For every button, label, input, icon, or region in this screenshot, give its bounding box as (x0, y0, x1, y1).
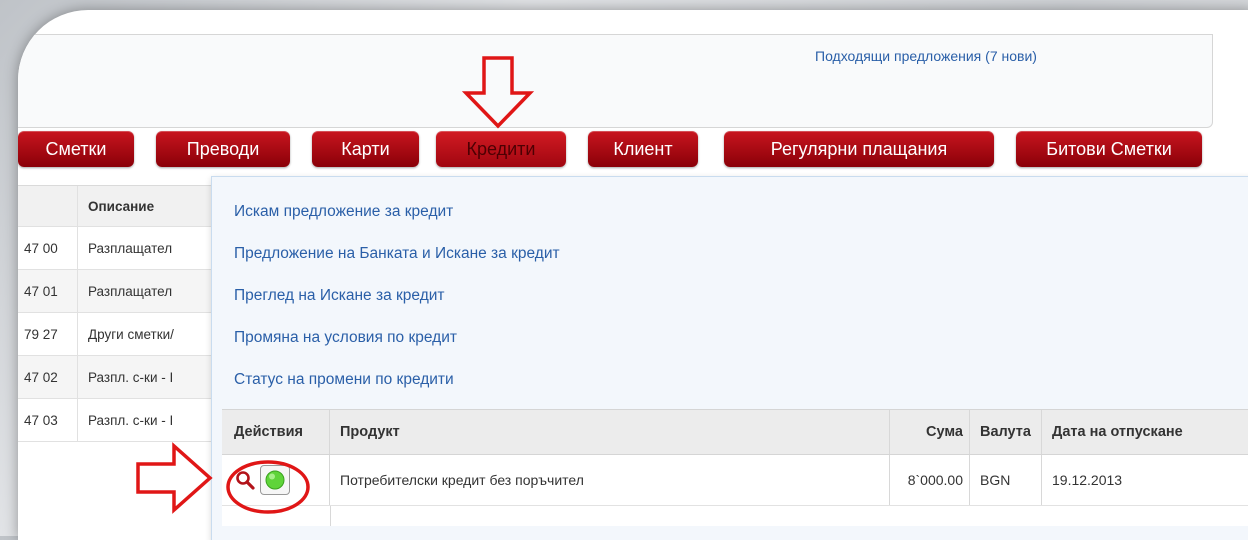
table-row[interactable]: 47 01 Разплащател (18, 270, 218, 313)
highlight-circle-annotation (226, 460, 310, 514)
table-row[interactable]: 47 00 Разплащател (18, 227, 218, 270)
account-number: 47 03 (18, 399, 78, 441)
amount-cell: 8`000.00 (890, 455, 970, 505)
table-header: Описание (18, 185, 218, 227)
credits-table: Действия Продукт Сума Валута Дата на отп… (222, 409, 1248, 526)
account-number: 47 00 (18, 227, 78, 269)
browser-content: Подходящи предложения (7 нови) Сметки Пр… (18, 10, 1248, 540)
column-amount: Сума (890, 410, 970, 454)
table-header: Действия Продукт Сума Валута Дата на отп… (222, 410, 1248, 455)
column-product: Продукт (330, 410, 890, 454)
column-description: Описание (88, 198, 155, 214)
tab-cards[interactable]: Карти (312, 131, 419, 167)
account-number: 79 27 (18, 313, 78, 355)
column-currency: Валута (970, 410, 1042, 454)
product-cell: Потребителски кредит без поръчител (330, 455, 890, 505)
tab-client[interactable]: Клиент (588, 131, 698, 167)
menu-item-request-offer[interactable]: Искам предложение за кредит (234, 203, 453, 221)
table-row[interactable]: 79 27 Други сметки/ (18, 313, 218, 356)
account-number: 47 01 (18, 270, 78, 312)
menu-item-bank-offer[interactable]: Предложение на Банката и Искане за креди… (234, 245, 560, 263)
account-description: Разпл. с-ки - I (88, 369, 174, 385)
menu-item-view-request[interactable]: Преглед на Искане за кредит (234, 287, 445, 305)
table-row[interactable]: Потребителски кредит без поръчител 8`000… (222, 455, 1248, 506)
currency-cell: BGN (970, 455, 1042, 505)
table-row[interactable]: 47 02 Разпл. с-ки - I (18, 356, 218, 399)
column-date: Дата на отпускане (1052, 424, 1183, 440)
offers-link[interactable]: Подходящи предложения (7 нови) (815, 48, 1037, 64)
account-description: Разпл. с-ки - I (88, 412, 174, 428)
down-arrow-annotation (462, 56, 534, 129)
column-actions: Действия (222, 410, 330, 454)
table-row[interactable]: 47 03 Разпл. с-ки - I (18, 399, 218, 442)
table-row (222, 506, 1248, 526)
account-number: 47 02 (18, 356, 78, 398)
right-arrow-annotation (136, 442, 213, 514)
tab-transfers[interactable]: Преводи (156, 131, 290, 167)
tab-credits[interactable]: Кредити (436, 131, 566, 167)
account-description: Разплащател (88, 240, 173, 256)
tab-accounts[interactable]: Сметки (18, 131, 134, 167)
menu-item-change-status[interactable]: Статус на промени по кредити (234, 371, 454, 389)
menu-item-change-terms[interactable]: Промяна на условия по кредит (234, 329, 457, 347)
account-description: Други сметки/ (88, 326, 174, 342)
date-cell: 19.12.2013 (1052, 472, 1123, 488)
tab-utility-bills[interactable]: Битови Сметки (1016, 131, 1202, 167)
account-description: Разплащател (88, 283, 173, 299)
accounts-table: Описание 47 00 Разплащател 47 01 Разплащ… (18, 185, 218, 442)
credits-dropdown-menu: Искам предложение за кредит Предложение … (211, 176, 1248, 540)
tab-regular-payments[interactable]: Регулярни плащания (724, 131, 994, 167)
